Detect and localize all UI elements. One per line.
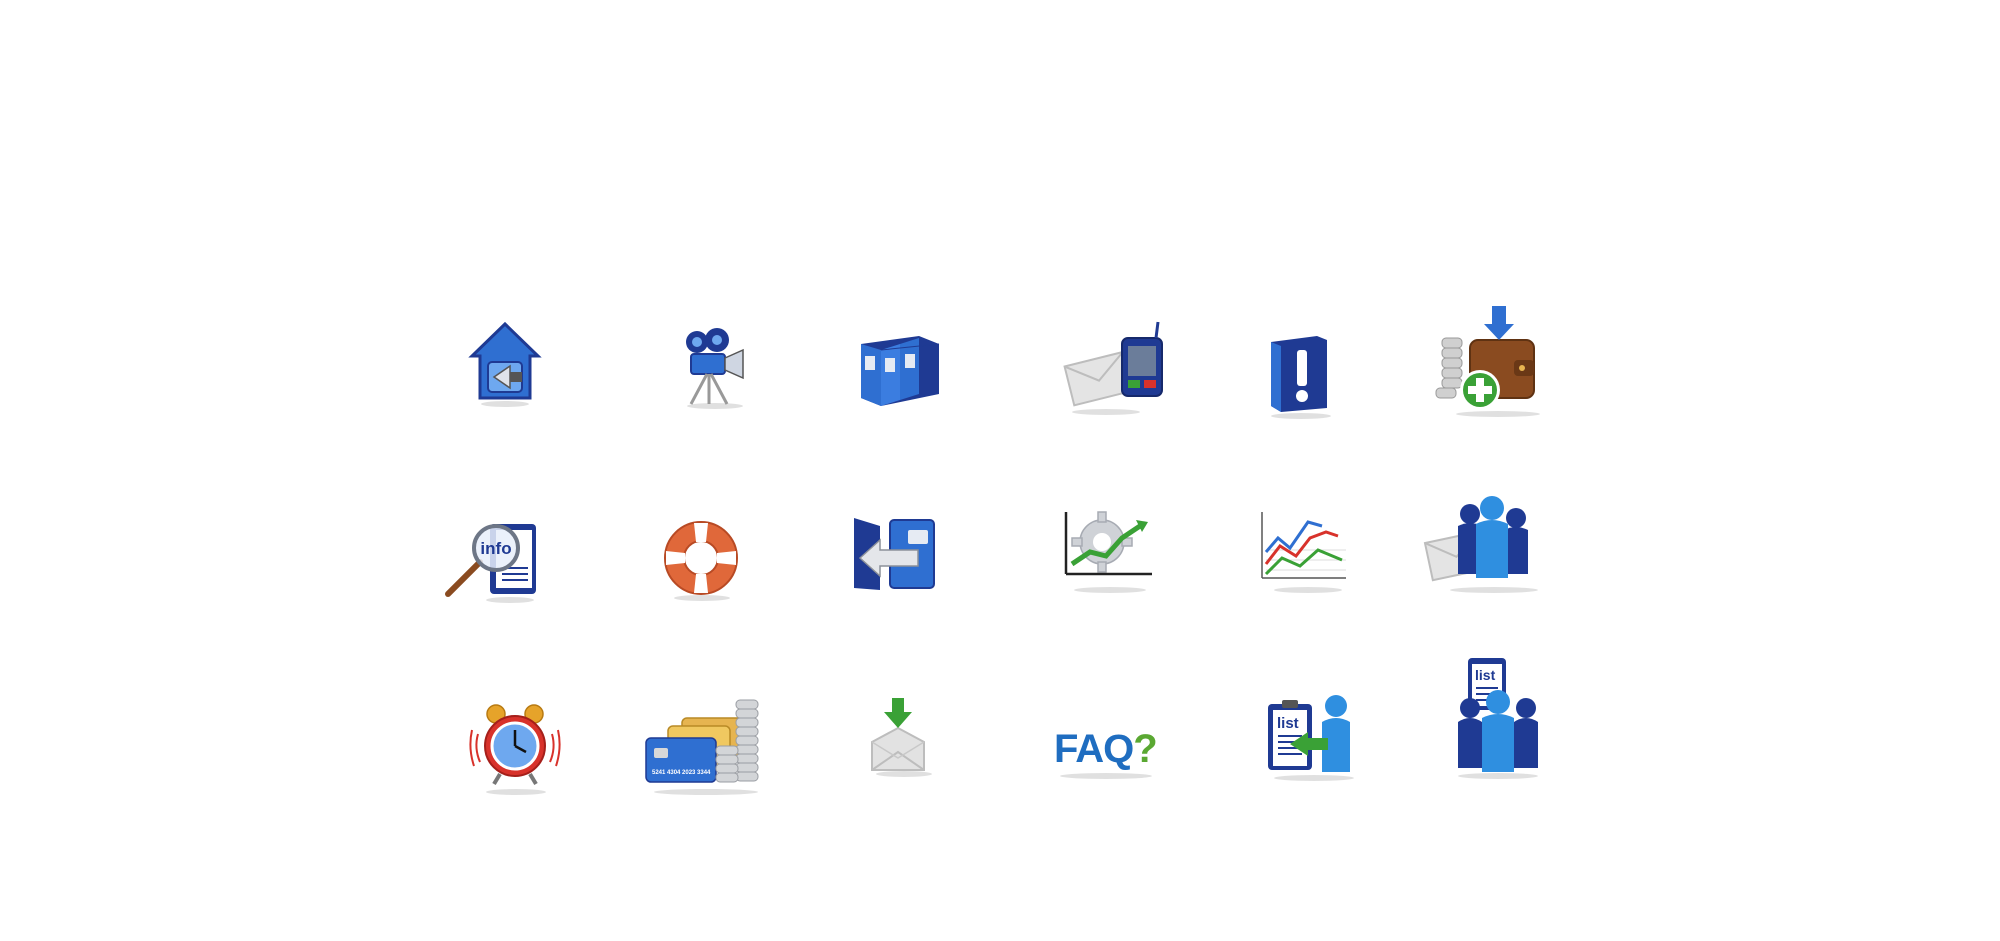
home-back-icon[interactable] — [460, 318, 550, 408]
list-label: list — [1475, 667, 1496, 683]
lifebuoy-help-icon[interactable] — [658, 516, 744, 602]
card-number: 5241 4304 2023 3344 — [652, 770, 711, 776]
alert-exclamation-icon[interactable] — [1255, 328, 1345, 420]
archive-binders-icon[interactable] — [855, 330, 945, 410]
inbox-download-icon[interactable] — [862, 698, 942, 778]
wallet-add-funds-icon[interactable] — [1430, 304, 1550, 420]
group-mail-icon[interactable] — [1420, 494, 1550, 594]
alarm-clock-icon[interactable] — [469, 700, 561, 796]
faq-label: FAQ? — [1054, 727, 1157, 771]
line-chart-icon[interactable] — [1256, 508, 1352, 594]
list-user-icon[interactable]: list — [1262, 692, 1362, 782]
list-label: list — [1277, 715, 1299, 732]
info-search-icon[interactable]: info — [440, 518, 550, 604]
info-label: info — [480, 539, 511, 558]
group-list-icon[interactable]: list — [1448, 652, 1548, 782]
faq-icon[interactable]: FAQ? — [1050, 718, 1166, 780]
logout-door-icon[interactable] — [850, 514, 940, 594]
movie-camera-icon[interactable] — [665, 320, 755, 410]
mail-mobile-icon[interactable] — [1060, 318, 1170, 418]
gear-growth-chart-icon[interactable] — [1060, 508, 1160, 594]
cards-coins-icon[interactable]: 5241 4304 2023 3344 — [642, 696, 772, 796]
